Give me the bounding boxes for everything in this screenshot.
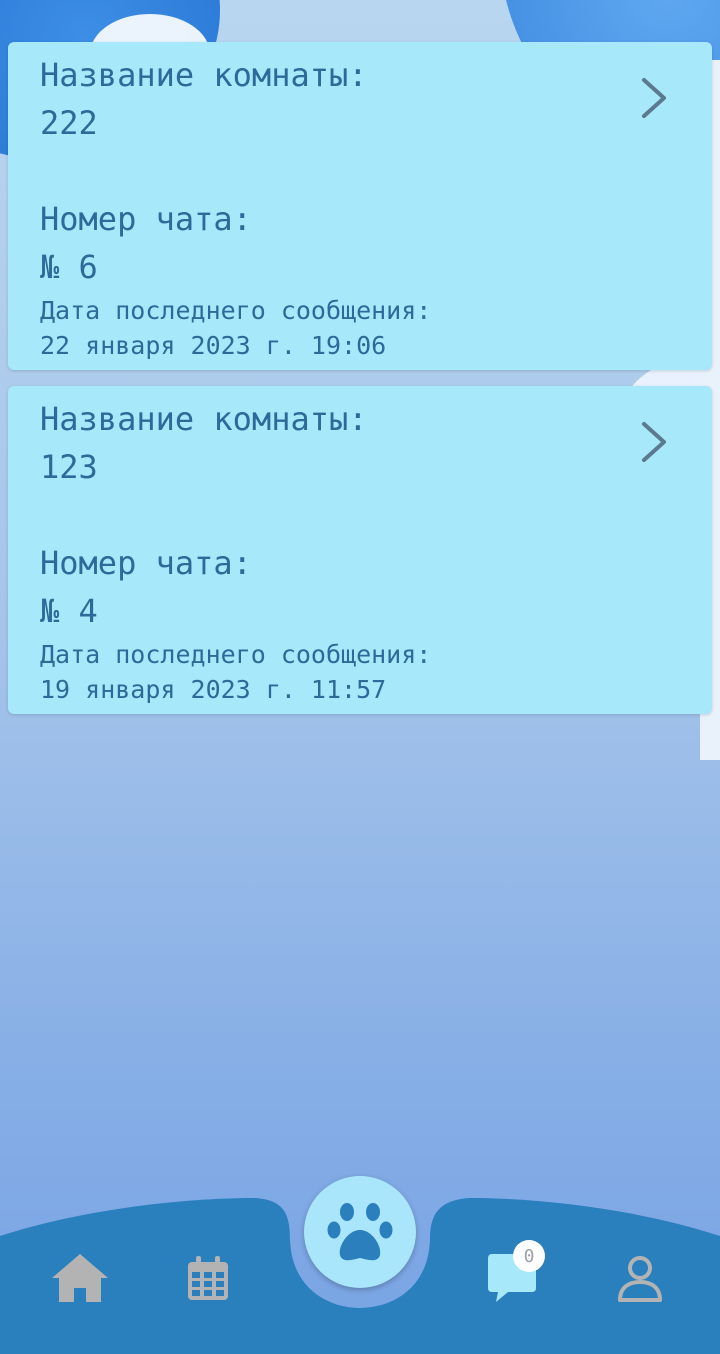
room-label: Название комнаты: [40, 400, 368, 438]
chevron-right-icon[interactable] [636, 76, 672, 120]
chat-number: № 6 [40, 248, 98, 286]
paw-button[interactable] [304, 1176, 416, 1288]
calendar-icon[interactable] [186, 1254, 230, 1302]
paw-icon [327, 1203, 393, 1261]
home-icon[interactable] [50, 1252, 110, 1304]
unread-badge: 0 [513, 1240, 545, 1272]
chat-card[interactable]: Название комнаты: 123 Номер чата: № 4 Да… [8, 386, 712, 714]
chat-number: № 4 [40, 592, 98, 630]
last-message-label: Дата последнего сообщения: [40, 640, 432, 669]
profile-icon[interactable] [616, 1254, 664, 1304]
last-message-date: 19 января 2023 г. 11:57 [40, 675, 387, 704]
chevron-right-icon[interactable] [636, 420, 672, 464]
last-message-date: 22 января 2023 г. 19:06 [40, 331, 387, 360]
room-name: 123 [40, 448, 98, 486]
chat-label: Номер чата: [40, 200, 252, 238]
room-name: 222 [40, 104, 98, 142]
last-message-label: Дата последнего сообщения: [40, 296, 432, 325]
chat-card[interactable]: Название комнаты: 222 Номер чата: № 6 Да… [8, 42, 712, 370]
chat-label: Номер чата: [40, 544, 252, 582]
room-label: Название комнаты: [40, 56, 368, 94]
